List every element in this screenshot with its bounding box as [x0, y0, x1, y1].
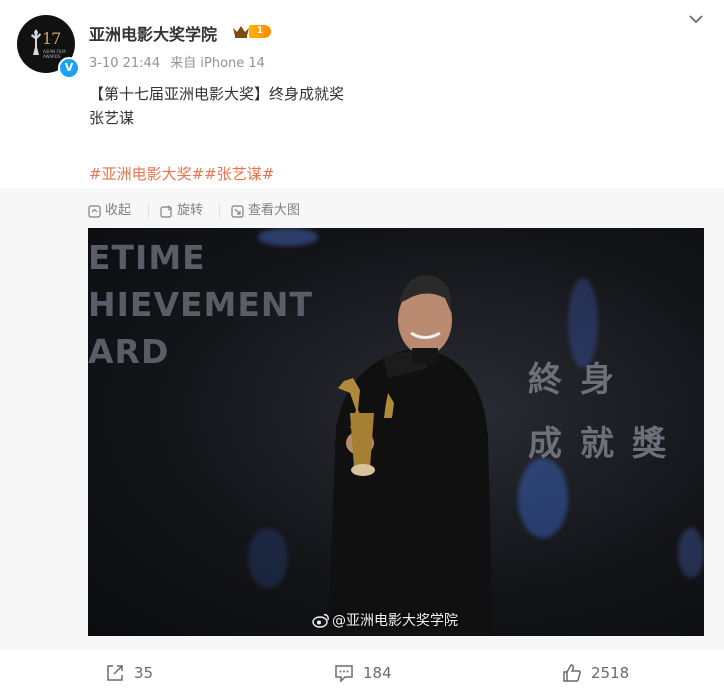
- post-meta: 3-10 21:44 来自 iPhone 14: [89, 52, 271, 71]
- crown-icon: [233, 26, 249, 38]
- honoree-figure: [328, 275, 493, 636]
- view-large-button[interactable]: 查看大图: [231, 202, 311, 220]
- media-panel: 收起 旋转 查看大图 ETIME HIEVEMENT ARD 終身 成就獎 @亚…: [0, 188, 724, 650]
- like-button[interactable]: 2518: [562, 662, 642, 684]
- post-line: 【第十七届亚洲电影大奖】终身成就奖: [89, 85, 345, 103]
- view-large-label: 查看大图: [248, 203, 301, 218]
- verified-badge: V: [58, 57, 80, 79]
- collapse-label: 收起: [105, 203, 132, 218]
- hashtag-link[interactable]: #张艺谋#: [204, 165, 274, 183]
- repost-button[interactable]: 35: [105, 662, 165, 684]
- post-header: 17 ASIAN FILM AWARDS V 亚洲电影大奖学院 1 3-10 2…: [0, 0, 724, 80]
- rotate-icon: [160, 205, 173, 218]
- repost-icon: [107, 665, 123, 681]
- post-text: 【第十七届亚洲电影大奖】终身成就奖 张艺谋: [89, 82, 344, 130]
- collapse-icon: [88, 205, 101, 218]
- post-line: 张艺谋: [89, 109, 135, 127]
- view-large-icon: [231, 205, 244, 218]
- comment-icon: [335, 665, 353, 683]
- hashtags: #亚洲电影大奖##张艺谋#: [89, 162, 274, 186]
- post-photo[interactable]: ETIME HIEVEMENT ARD 終身 成就獎 @亚洲电影大奖学院: [88, 228, 704, 636]
- action-bar: 35 184 2518: [0, 650, 724, 694]
- weibo-logo-icon: [312, 613, 329, 628]
- author-name[interactable]: 亚洲电影大奖学院: [89, 21, 217, 45]
- like-icon: [563, 664, 581, 682]
- trophy-figure-icon: [31, 29, 41, 55]
- image-watermark: @亚洲电影大奖学院: [312, 610, 458, 630]
- rotate-label: 旋转: [177, 203, 204, 218]
- member-level-badge: 1: [249, 25, 271, 38]
- rotate-button[interactable]: 旋转: [160, 202, 208, 220]
- hashtag-link[interactable]: #亚洲电影大奖#: [89, 165, 204, 183]
- post-source: 来自 iPhone 14: [170, 56, 265, 71]
- post-time[interactable]: 3-10 21:44: [89, 56, 160, 71]
- like-count: 2518: [591, 664, 630, 682]
- comment-button[interactable]: 184: [334, 662, 404, 684]
- toolbar-divider: [148, 204, 149, 218]
- collapse-button[interactable]: 收起: [88, 202, 136, 220]
- comment-count: 184: [363, 664, 392, 682]
- toolbar-divider: [219, 204, 220, 218]
- avatar-number: 17: [42, 29, 61, 48]
- chevron-down-icon[interactable]: [688, 12, 704, 26]
- watermark-text: @亚洲电影大奖学院: [332, 613, 458, 629]
- repost-count: 35: [134, 664, 154, 682]
